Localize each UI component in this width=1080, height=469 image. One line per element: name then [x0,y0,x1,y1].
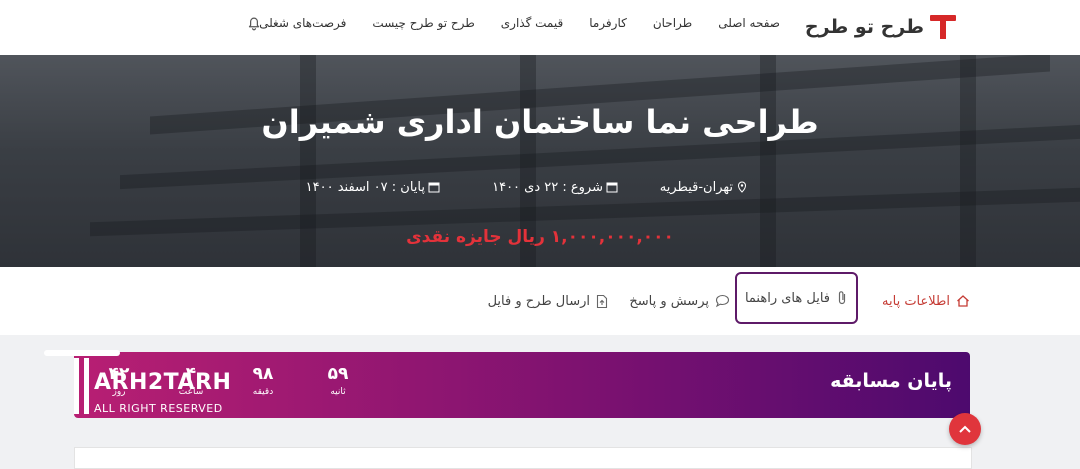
tab-label: ارسال طرح و فایل [487,293,590,309]
tab-guide-files[interactable]: فایل های راهنما [734,272,858,324]
file-upload-icon [596,294,608,308]
top-navbar: طرح تو طرح صفحه اصلی طراحان کارفرما قیمت… [0,0,1080,56]
main-menu: صفحه اصلی طراحان کارفرما قیمت گذاری طرح … [233,0,780,46]
watermark-title: ARH2TARH [94,370,232,395]
prize-amount: ۱,۰۰۰,۰۰۰,۰۰۰ ریال جایزه نقدی [406,227,674,247]
countdown-label: ثانیه [330,387,346,397]
location-meta: تهران-قیطریه [660,177,748,197]
tab-label: اطلاعات پایه [882,293,950,309]
chevron-up-icon [959,425,971,433]
nav-employer[interactable]: کارفرما [589,16,627,30]
nav-about[interactable]: طرح تو طرح چیست [372,16,474,30]
chat-icon [715,294,730,308]
watermark-subtitle: ALL RIGHT RESERVED [94,402,223,415]
logo-text: طرح تو طرح [804,16,924,38]
paperclip-icon [838,291,846,305]
content-card [74,447,972,469]
tab-label: پرسش و پاسخ [629,293,709,309]
site-logo[interactable]: طرح تو طرح [805,12,956,42]
nav-jobs[interactable]: فرصت‌های شغلی [259,16,346,30]
countdown-seconds: ۵۹ ثانیه [313,364,363,397]
calendar-icon [428,182,440,193]
back-to-top-button[interactable] [949,413,981,445]
home-icon [957,295,969,307]
nav-home[interactable]: صفحه اصلی [718,16,780,30]
end-date-meta: پایان : ۰۷ اسفند ۱۴۰۰ [306,177,440,197]
countdown-title: پایان مسابقه [830,370,952,392]
logo-mark-icon [930,15,956,39]
competition-title: طراحی نما ساختمان اداری شمیران [261,103,819,141]
tab-questions[interactable]: پرسش و پاسخ [629,267,730,335]
hero-banner: طراحی نما ساختمان اداری شمیران تهران-قیط… [0,55,1080,267]
nav-pricing[interactable]: قیمت گذاری [501,16,563,30]
watermark: ARH2TARH ALL RIGHT RESERVED [44,350,264,420]
location-text: تهران-قیطریه [659,179,733,195]
location-pin-icon [737,181,747,193]
nav-designers[interactable]: طراحان [653,16,692,30]
start-date-text: شروع : ۲۲ دی ۱۴۰۰ [492,179,603,195]
tab-basic-info[interactable]: اطلاعات پایه [882,267,970,335]
end-date-text: پایان : ۰۷ اسفند ۱۴۰۰ [305,179,425,195]
countdown-value: ۵۹ [327,364,349,384]
tab-submit-design[interactable]: ارسال طرح و فایل [488,267,608,335]
calendar-icon [606,182,618,193]
watermark-column-icon [44,350,120,356]
competition-tabs: اطلاعات پایه فایل های راهنما پرسش و پاسخ… [0,267,1080,335]
start-date-meta: شروع : ۲۲ دی ۱۴۰۰ [492,177,618,197]
tab-label: فایل های راهنما [744,290,830,306]
bell-icon[interactable] [245,14,263,32]
